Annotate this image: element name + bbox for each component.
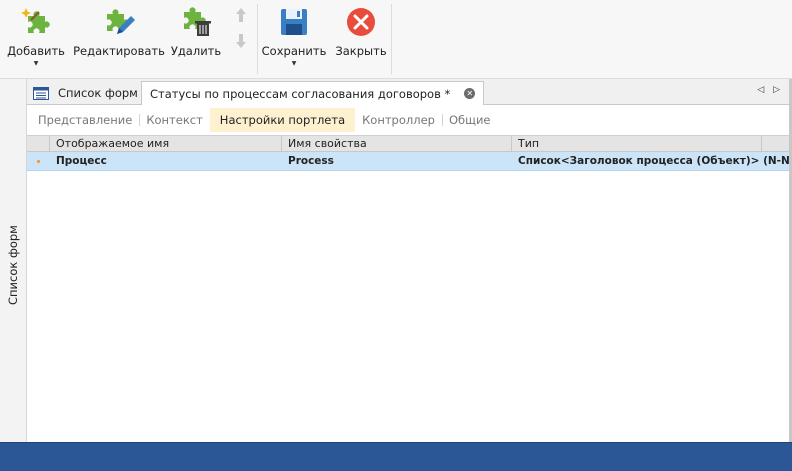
edit-label: Редактировать	[73, 44, 165, 58]
table-row[interactable]: Процесс Process Список<Заголовок процесс…	[27, 152, 789, 171]
tab-form-list[interactable]: Список форм	[31, 81, 138, 105]
delete-label: Удалить	[170, 44, 222, 58]
delete-puzzle-icon	[184, 7, 211, 36]
ribbon-separator	[391, 4, 392, 74]
cell-property-name[interactable]: Process	[282, 152, 512, 170]
subtab-general[interactable]: Общие	[442, 108, 498, 132]
column-header-display-name[interactable]: Отображаемое имя	[50, 136, 282, 151]
move-up-down-icon[interactable]	[233, 6, 249, 50]
cell-display-name[interactable]: Процесс	[50, 152, 282, 170]
save-button[interactable]: Сохранить ▼	[262, 4, 326, 74]
properties-grid: Отображаемое имя Имя свойства Тип Процес…	[27, 135, 789, 171]
add-label: Добавить	[7, 44, 65, 58]
column-header-filler	[762, 136, 789, 151]
left-panel-tab-form-list[interactable]: Список форм	[6, 225, 20, 305]
chevron-down-icon: ▼	[33, 60, 39, 67]
list-window-icon	[33, 86, 49, 100]
document-tabs: Список форм Статусы по процессам согласо…	[27, 79, 792, 106]
ribbon-toolbar: Добавить ▼ Редактировать Удалить Сохрани…	[0, 0, 792, 79]
row-indicator-header	[27, 136, 50, 151]
grid-header: Отображаемое имя Имя свойства Тип	[27, 135, 789, 152]
column-header-property-name[interactable]: Имя свойства	[282, 136, 512, 151]
sub-tabs: Представление Контекст Настройки портлет…	[27, 105, 789, 135]
tab-scroll-left-icon[interactable]: ◁	[757, 85, 764, 95]
tab-label: Список форм	[58, 86, 138, 100]
row-indicator	[27, 152, 50, 170]
left-panel-strip: Список форм	[0, 79, 27, 442]
chevron-down-icon: ▼	[291, 60, 297, 67]
subtab-view[interactable]: Представление	[31, 108, 141, 132]
tab-navigation: ◁ ▷	[751, 85, 780, 95]
subtab-context[interactable]: Контекст	[139, 108, 209, 132]
close-icon	[347, 8, 375, 36]
delete-button[interactable]: Удалить	[171, 4, 221, 74]
cell-type[interactable]: Список<Заголовок процесса (Объект)> (N-N…	[512, 152, 789, 170]
close-label: Закрыть	[335, 44, 387, 58]
editor-content: Представление Контекст Настройки портлет…	[27, 105, 789, 442]
tab-scroll-right-icon[interactable]: ▷	[773, 85, 780, 95]
status-bar	[0, 442, 792, 471]
edit-button[interactable]: Редактировать	[73, 4, 165, 74]
add-puzzle-icon	[21, 8, 50, 33]
add-button[interactable]: Добавить ▼	[7, 4, 65, 74]
subtab-portlet-settings[interactable]: Настройки портлета	[209, 108, 356, 132]
ribbon-separator	[257, 4, 258, 74]
tab-label: Статусы по процессам согласования догово…	[150, 86, 451, 101]
column-header-type[interactable]: Тип	[512, 136, 762, 151]
tab-contract-approval-statuses[interactable]: Статусы по процессам согласования догово…	[141, 81, 485, 106]
row-marker-icon	[37, 159, 40, 163]
save-label: Сохранить	[261, 44, 327, 58]
edit-puzzle-icon	[107, 9, 135, 34]
floppy-disk-icon	[281, 9, 307, 35]
close-tab-icon[interactable]: ✕	[464, 88, 476, 99]
close-button[interactable]: Закрыть	[335, 4, 387, 74]
subtab-controller[interactable]: Контроллер	[355, 108, 443, 132]
